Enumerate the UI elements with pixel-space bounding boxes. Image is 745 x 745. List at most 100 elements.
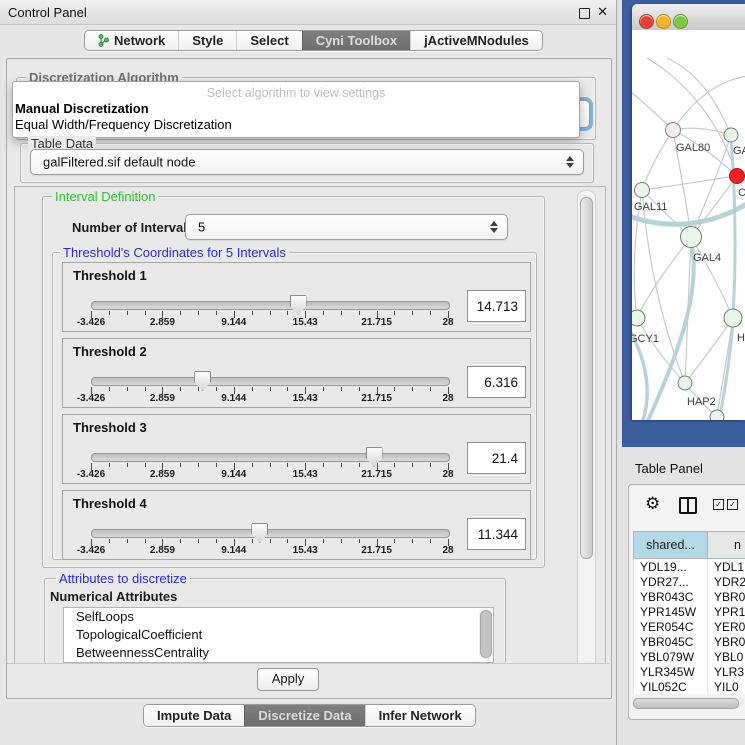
slider-thumb[interactable] bbox=[290, 295, 307, 315]
slider-track[interactable] bbox=[91, 377, 450, 386]
minor-tick bbox=[198, 539, 199, 543]
checkbox-icon[interactable]: ✓ bbox=[713, 499, 724, 510]
network-window-titlebar[interactable] bbox=[632, 4, 745, 31]
application-root: Control Panel ✕ NetworkStyleSelectCyni T… bbox=[0, 0, 745, 745]
table-row[interactable]: YIL052CYIL0 bbox=[634, 679, 745, 694]
network-window: GAL80GACGAL11GAL4GCY1HHAP2 bbox=[632, 4, 745, 420]
tab-jactivemnodules[interactable]: jActiveMNodules bbox=[410, 31, 542, 50]
slider-track[interactable] bbox=[91, 301, 450, 310]
minor-tick bbox=[252, 311, 253, 315]
table-row[interactable]: YBR043CYBR0 bbox=[634, 589, 745, 604]
slider-track[interactable] bbox=[91, 529, 450, 538]
table-cell: YDL1 bbox=[708, 559, 745, 575]
popup-item-equal-width[interactable]: Equal Width/Frequency Discretization bbox=[15, 117, 232, 132]
scrollbar-thumb[interactable] bbox=[480, 610, 492, 658]
table-data-combo-value: galFiltered.sif default node bbox=[43, 155, 195, 170]
attribute-item[interactable]: BetweennessCentrality bbox=[64, 644, 493, 662]
tab-select[interactable]: Select bbox=[236, 31, 301, 50]
network-node-c[interactable] bbox=[730, 169, 745, 184]
tab-style[interactable]: Style bbox=[178, 31, 236, 50]
settings-vertical-scrollbar[interactable] bbox=[577, 190, 596, 692]
minor-tick bbox=[198, 311, 199, 315]
traffic-light-zoom-icon[interactable] bbox=[673, 14, 688, 29]
minor-tick bbox=[341, 463, 342, 467]
tab-cyni-toolbox[interactable]: Cyni Toolbox bbox=[302, 31, 410, 50]
tab-discretize-data[interactable]: Discretize Data bbox=[244, 705, 364, 726]
number-of-intervals-value: 5 bbox=[198, 220, 205, 235]
close-icon[interactable]: ✕ bbox=[597, 4, 608, 20]
attributes-list-scrollbar[interactable] bbox=[479, 608, 492, 660]
column-header-shared[interactable]: shared... bbox=[634, 532, 708, 559]
table-cell: YIL0 bbox=[708, 679, 745, 694]
network-edge bbox=[691, 176, 737, 237]
minor-tick bbox=[341, 539, 342, 543]
node-label: GAL80 bbox=[676, 142, 710, 154]
table-row[interactable]: YBL079WYBL0 bbox=[634, 649, 745, 664]
traffic-light-minimize-icon[interactable] bbox=[656, 14, 671, 29]
minor-tick bbox=[145, 311, 146, 315]
traffic-light-close-icon[interactable] bbox=[639, 14, 654, 29]
slider-thumb[interactable] bbox=[194, 371, 211, 391]
number-of-intervals-combo[interactable]: 5 bbox=[185, 214, 508, 240]
table-row[interactable]: YLR345WYLR3 bbox=[634, 664, 745, 679]
network-node-gal4[interactable] bbox=[681, 227, 702, 248]
split-view-icon[interactable] bbox=[679, 497, 697, 514]
slider-track[interactable] bbox=[91, 453, 450, 462]
numerical-attributes-list[interactable]: SelfLoopsTopologicalCoefficientBetweenne… bbox=[63, 607, 494, 663]
threshold-value-input[interactable] bbox=[467, 290, 526, 322]
tab-network[interactable]: Network bbox=[85, 31, 178, 50]
table-toolbar: ⚙ ✓ ✓ bbox=[629, 485, 745, 527]
minor-tick bbox=[252, 463, 253, 467]
slider-thumb[interactable] bbox=[251, 523, 268, 543]
threshold-value-input[interactable] bbox=[467, 366, 526, 398]
combo-arrows-icon bbox=[490, 221, 498, 233]
network-node-hap2[interactable] bbox=[678, 376, 692, 390]
network-graph: GAL80GACGAL11GAL4GCY1HHAP2 bbox=[632, 30, 745, 420]
checkbox-icon[interactable]: ✓ bbox=[727, 499, 738, 510]
table-row[interactable]: YER054CYER0 bbox=[634, 619, 745, 634]
top-tab-bar: Network Style SelectCyni ToolboxjActiveMNo… bbox=[84, 30, 543, 51]
network-node-gcy1[interactable] bbox=[632, 310, 645, 326]
network-canvas[interactable]: GAL80GACGAL11GAL4GCY1HHAP2 bbox=[632, 30, 745, 420]
table-data-combo[interactable]: galFiltered.sif default node bbox=[30, 149, 584, 175]
column-header-n[interactable]: n bbox=[708, 532, 745, 559]
slider-thumb[interactable] bbox=[366, 447, 383, 467]
attribute-item[interactable]: SelfLoops bbox=[64, 608, 493, 626]
tab-infer-network[interactable]: Infer Network bbox=[365, 705, 475, 726]
table-row[interactable]: YDL19...YDL1 bbox=[634, 559, 745, 575]
network-node[interactable] bbox=[710, 410, 724, 420]
tab-label: Style bbox=[192, 31, 223, 50]
threshold-panel-4: Threshold 4-3.4262.8599.14415.4321.71528 bbox=[62, 490, 531, 560]
attributes-group-title: Attributes to discretize bbox=[56, 571, 190, 586]
minor-tick bbox=[270, 311, 271, 315]
network-node-ga[interactable] bbox=[724, 128, 738, 142]
table-row[interactable]: YBR045CYBR0 bbox=[634, 634, 745, 649]
minor-tick bbox=[252, 387, 253, 391]
tick-label: 2.859 bbox=[150, 317, 175, 328]
network-node-h[interactable] bbox=[724, 309, 742, 327]
minor-tick bbox=[359, 463, 360, 467]
gear-icon[interactable]: ⚙ bbox=[645, 494, 660, 514]
table-row[interactable]: YDR27...YDR2 bbox=[634, 574, 745, 589]
float-window-icon[interactable] bbox=[579, 8, 590, 19]
network-node-gal11[interactable] bbox=[635, 183, 650, 198]
attribute-item[interactable]: TopologicalCoefficient bbox=[64, 626, 493, 644]
tick-label: 9.144 bbox=[221, 393, 246, 404]
minor-tick bbox=[109, 539, 110, 543]
minor-tick bbox=[412, 463, 413, 467]
table-horizontal-scrollbar[interactable] bbox=[632, 697, 744, 707]
scrollbar-thumb[interactable] bbox=[580, 197, 593, 559]
minor-tick bbox=[180, 539, 181, 543]
network-node-gal80[interactable] bbox=[666, 123, 681, 138]
table-row[interactable]: YPR145WYPR1 bbox=[634, 604, 745, 619]
threshold-value-input[interactable] bbox=[467, 518, 526, 550]
scrollbar-thumb[interactable] bbox=[633, 698, 739, 709]
tab-impute-data[interactable]: Impute Data bbox=[144, 705, 244, 726]
node-label: GA bbox=[733, 145, 745, 157]
network-edge bbox=[717, 318, 733, 417]
tick-label: 21.715 bbox=[361, 317, 392, 328]
apply-button[interactable]: Apply bbox=[257, 668, 319, 691]
threshold-value-input[interactable] bbox=[467, 442, 526, 474]
combo-arrows-icon bbox=[566, 156, 574, 168]
popup-item-manual[interactable]: Manual Discretization bbox=[15, 101, 149, 116]
